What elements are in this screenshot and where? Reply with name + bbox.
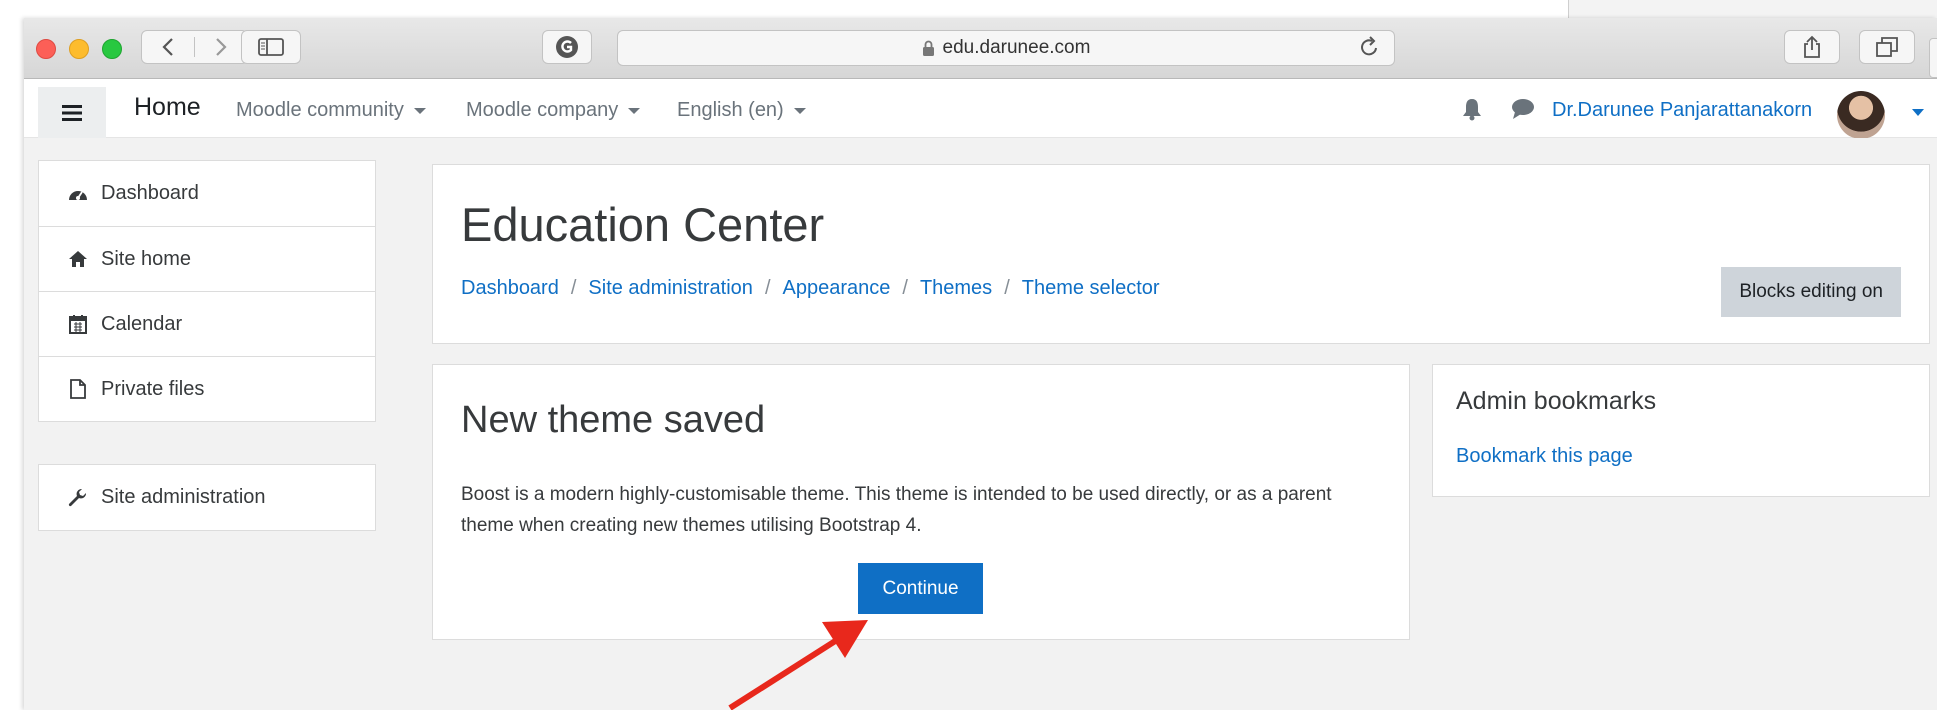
grammarly-icon [556, 36, 578, 58]
calendar-icon [67, 314, 89, 334]
user-avatar[interactable] [1837, 91, 1885, 139]
drawer-item-calendar[interactable]: Calendar [39, 291, 375, 356]
drawer-item-label: Dashboard [101, 182, 199, 204]
forward-button[interactable] [194, 37, 247, 57]
back-button[interactable] [142, 37, 194, 57]
user-menu-name[interactable]: Dr.Darunee Panjarattanakorn [1552, 99, 1812, 122]
sidebar-icon [258, 38, 284, 56]
drawer-toggle-button[interactable] [38, 87, 106, 139]
nav-home-link[interactable]: Home [134, 93, 201, 122]
notifications-bell-icon[interactable] [1461, 97, 1483, 126]
drawer-item-site-administration[interactable]: Site administration [39, 465, 375, 530]
share-button[interactable] [1784, 30, 1840, 64]
browser-window: edu.darunee.com + Home Moodle community … [24, 18, 1937, 710]
forward-icon [216, 38, 227, 56]
drawer-item-label: Site administration [101, 486, 266, 508]
breadcrumb: Dashboard / Site administration / Appear… [461, 277, 1160, 300]
moodle-navbar: Home Moodle community Moodle company Eng… [24, 79, 1937, 139]
language-menu[interactable]: English (en) [677, 99, 806, 122]
menu-label: Moodle company [466, 99, 619, 121]
breadcrumb-theme-selector[interactable]: Theme selector [1022, 277, 1160, 300]
caret-down-icon [413, 107, 426, 114]
grammarly-extension-button[interactable] [542, 30, 592, 64]
background-window [1568, 0, 1937, 18]
browser-toolbar: edu.darunee.com + [24, 18, 1937, 79]
user-menu-caret-icon[interactable] [1912, 109, 1924, 116]
moodle-company-menu[interactable]: Moodle company [466, 99, 641, 122]
breadcrumb-separator: / [570, 277, 577, 299]
close-window-button[interactable] [36, 39, 56, 59]
drawer-item-site-home[interactable]: Site home [39, 226, 375, 291]
home-icon [67, 250, 89, 268]
drawer-item-label: Private files [101, 377, 205, 400]
file-icon [67, 379, 89, 399]
page-header: Education Center Dashboard / Site admini… [432, 164, 1930, 344]
share-icon [1804, 35, 1820, 58]
theme-saved-card: New theme saved Boost is a modern highly… [432, 364, 1410, 640]
address-bar[interactable]: edu.darunee.com [617, 30, 1395, 66]
zoom-window-button[interactable] [102, 39, 122, 59]
url-text: edu.darunee.com [942, 37, 1091, 58]
blocks-editing-button[interactable]: Blocks editing on [1721, 267, 1901, 317]
wrench-icon [67, 488, 89, 508]
back-icon [162, 38, 173, 56]
drawer-nav-list: Dashboard Site home Calendar Private fil… [38, 160, 376, 422]
breadcrumb-separator: / [1004, 277, 1010, 299]
breadcrumb-site-administration[interactable]: Site administration [588, 277, 753, 300]
breadcrumb-themes[interactable]: Themes [920, 277, 992, 300]
breadcrumb-separator: / [902, 277, 908, 299]
annotation-arrow-icon [728, 620, 868, 710]
drawer-item-private-files[interactable]: Private files [39, 356, 375, 421]
theme-saved-heading: New theme saved [461, 399, 766, 441]
sidebar-toggle-button[interactable] [241, 30, 301, 64]
tabs-icon [1876, 37, 1898, 57]
drawer-admin-list: Site administration [38, 464, 376, 531]
lock-icon [922, 40, 934, 56]
breadcrumb-separator: / [764, 277, 771, 299]
nav-drawer: Dashboard Site home Calendar Private fil… [24, 138, 409, 710]
messages-chat-icon[interactable] [1511, 98, 1535, 125]
drawer-item-label: Calendar [101, 312, 183, 335]
admin-bookmarks-block: Admin bookmarks Bookmark this page [1432, 364, 1930, 497]
moodle-community-menu[interactable]: Moodle community [236, 99, 426, 122]
admin-bookmarks-title: Admin bookmarks [1456, 387, 1657, 415]
menu-label: Moodle community [236, 99, 404, 121]
tab-overview-button[interactable] [1859, 30, 1915, 64]
drawer-item-dashboard[interactable]: Dashboard [39, 161, 375, 226]
breadcrumb-appearance[interactable]: Appearance [783, 277, 891, 300]
bookmark-this-page-link[interactable]: Bookmark this page [1456, 445, 1633, 468]
new-tab-icon[interactable]: + [1929, 38, 1937, 78]
hamburger-icon [62, 105, 82, 121]
caret-down-icon [628, 107, 641, 114]
minimize-window-button[interactable] [69, 39, 89, 59]
dashboard-gauge-icon [67, 186, 89, 202]
history-nav [141, 30, 248, 64]
page-title: Education Center [461, 198, 825, 251]
menu-label: English (en) [677, 99, 784, 121]
theme-description: Boost is a modern highly-customisable th… [461, 484, 1332, 536]
breadcrumb-dashboard[interactable]: Dashboard [461, 277, 559, 300]
caret-down-icon [793, 107, 806, 114]
drawer-item-label: Site home [101, 247, 192, 270]
main-region: Education Center Dashboard / Site admini… [409, 138, 1937, 710]
reload-icon[interactable] [1360, 36, 1380, 64]
